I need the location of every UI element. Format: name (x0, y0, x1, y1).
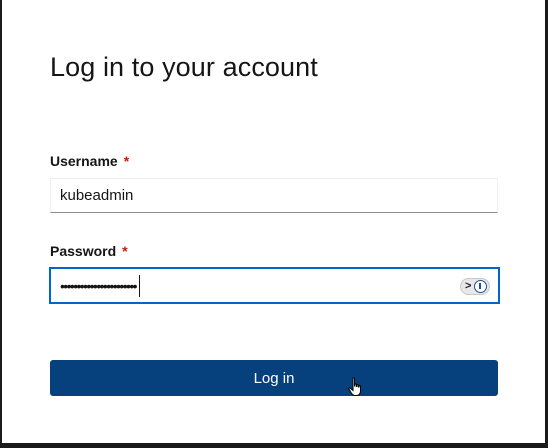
keyhole-icon (474, 280, 487, 293)
required-asterisk: * (122, 243, 128, 259)
page-title: Log in to your account (50, 52, 318, 82)
password-label: Password * (50, 243, 128, 259)
text-caret (138, 275, 140, 297)
username-value: kubeadmin (60, 187, 134, 204)
login-card: Log in to your account Username * kubeadm… (2, 0, 545, 443)
chevron-right-icon: > (465, 280, 472, 292)
password-value: ••••••••••••••••••••••• (60, 275, 140, 297)
password-manager-icon[interactable]: > (460, 278, 490, 295)
password-label-text: Password (50, 243, 117, 259)
username-field[interactable]: kubeadmin (50, 178, 498, 213)
password-field[interactable]: ••••••••••••••••••••••• > (49, 267, 500, 304)
username-label-text: Username (50, 153, 118, 169)
required-asterisk: * (123, 153, 130, 169)
password-masked-text: ••••••••••••••••••••••• (60, 278, 138, 294)
login-button[interactable]: Log in (50, 360, 498, 396)
hand-pointer-icon (348, 377, 361, 396)
username-label: Username * (50, 153, 129, 169)
